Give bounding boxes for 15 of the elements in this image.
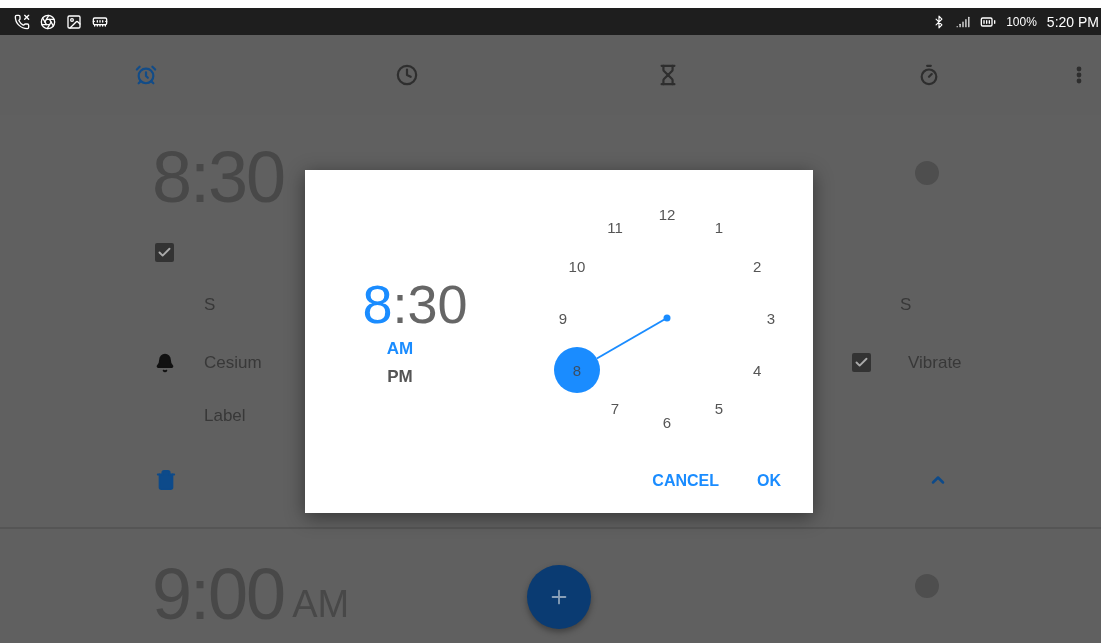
image-icon xyxy=(66,13,82,30)
signal-icon xyxy=(956,14,971,29)
more-menu-button[interactable] xyxy=(1074,64,1084,86)
vibrate-checkbox[interactable] xyxy=(852,353,871,372)
bell-icon xyxy=(155,352,175,373)
period-option[interactable]: PM xyxy=(381,362,419,391)
trash-icon[interactable] xyxy=(155,469,177,491)
repeat-checkbox[interactable] xyxy=(155,243,174,262)
more-icon xyxy=(1076,66,1082,84)
aperture-icon xyxy=(40,13,56,30)
time-separator: : xyxy=(392,272,408,335)
missed-call-icon xyxy=(14,13,30,30)
status-time: 5:20 PM xyxy=(1046,13,1099,30)
minute-display[interactable]: 30 xyxy=(407,272,468,335)
battery-percent: 100% xyxy=(1006,14,1037,29)
